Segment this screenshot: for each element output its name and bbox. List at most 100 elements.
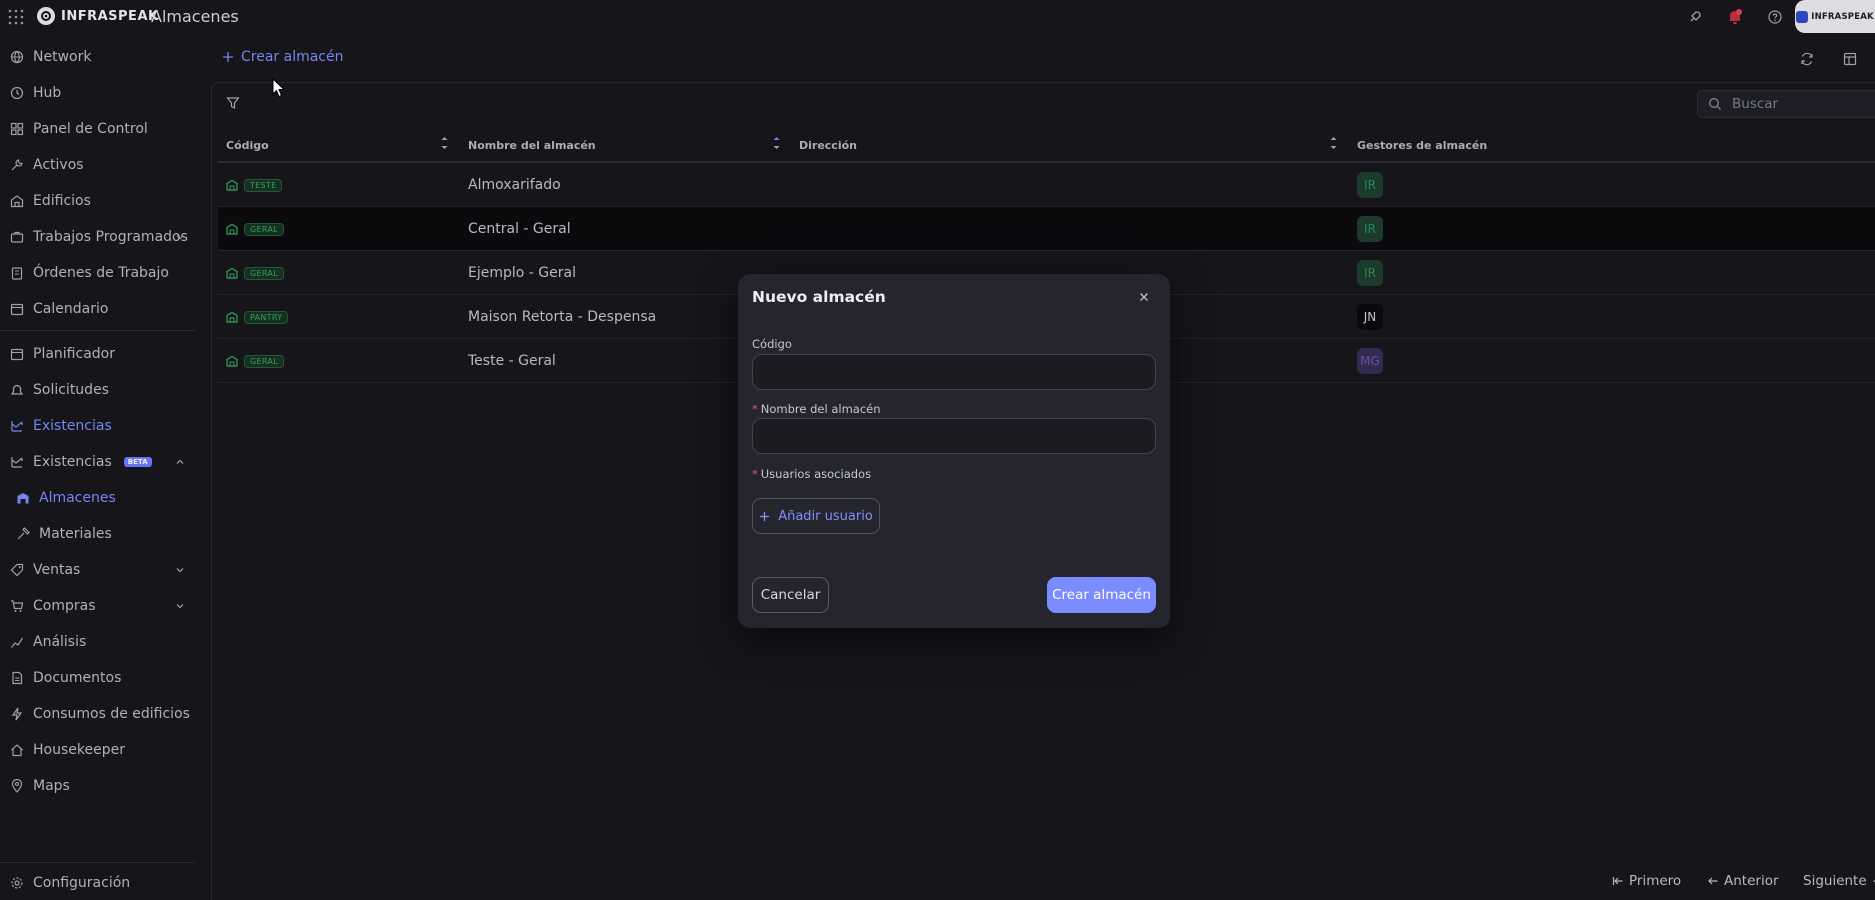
warehouse-icon xyxy=(226,311,238,323)
avatar[interactable]: IR xyxy=(1357,260,1383,286)
dialog-title: Nuevo almacén xyxy=(752,288,886,306)
sidebar-item-calendar[interactable]: Calendario xyxy=(0,292,195,326)
warehouse-name: Central - Geral xyxy=(468,221,571,237)
name-field-label: * Nombre del almacén xyxy=(752,402,881,416)
sidebar-item-stock-beta[interactable]: Existencias BETA xyxy=(0,445,195,479)
app-logo[interactable]: INFRASPEAK xyxy=(37,7,159,25)
sidebar-item-label: Almacenes xyxy=(39,490,116,506)
search-box[interactable] xyxy=(1697,90,1875,118)
column-header-managers[interactable]: Gestores de almacén xyxy=(1357,135,1487,155)
avatar[interactable]: IR xyxy=(1357,216,1383,242)
pin-icon xyxy=(11,779,23,793)
sort-icon[interactable] xyxy=(772,133,781,153)
sidebar-item-planner[interactable]: Planificador xyxy=(0,337,195,371)
pager-prev-button[interactable]: Anterior xyxy=(1707,873,1779,889)
sidebar-item-label: Solicitudes xyxy=(33,382,109,398)
code-input[interactable] xyxy=(752,354,1156,390)
sidebar-item-label: Configuración xyxy=(33,875,131,891)
sidebar-item-sales[interactable]: Ventas xyxy=(0,553,195,587)
sidebar-item-buildings[interactable]: Edificios xyxy=(0,184,195,218)
pager-next-button[interactable]: Siguiente xyxy=(1803,873,1875,889)
sidebar: Network Hub Panel de Control Activos Edi… xyxy=(0,40,195,900)
sidebar-item-warehouses[interactable]: Almacenes xyxy=(0,481,195,515)
sidebar-divider xyxy=(0,862,195,863)
sidebar-item-maps[interactable]: Maps xyxy=(0,769,195,803)
stock-icon xyxy=(11,457,23,468)
sidebar-item-materials[interactable]: Materiales xyxy=(0,517,195,551)
sidebar-item-label: Hub xyxy=(33,85,62,101)
refresh-icon[interactable] xyxy=(1800,52,1814,66)
sidebar-item-label: Ventas xyxy=(33,562,81,578)
sidebar-item-housekeeper[interactable]: Housekeeper xyxy=(0,733,195,767)
column-header-code[interactable]: Código xyxy=(226,135,269,155)
filter-icon[interactable] xyxy=(226,96,240,110)
add-user-button[interactable]: Añadir usuario xyxy=(752,498,880,534)
chevron-down-icon xyxy=(176,568,184,573)
account-logo-icon xyxy=(1796,10,1809,23)
warehouse-icon xyxy=(226,223,238,235)
sidebar-item-purchases[interactable]: Compras xyxy=(0,589,195,623)
code-tag: GERAL xyxy=(244,354,284,368)
sort-icon[interactable] xyxy=(440,133,449,153)
table-row[interactable]: TESTE Almoxarifado IR xyxy=(218,163,1875,207)
sidebar-item-label: Existencias xyxy=(33,418,112,434)
building-icon xyxy=(10,195,24,208)
pager-prev-label: Anterior xyxy=(1724,873,1779,889)
stock-icon xyxy=(11,421,23,432)
sidebar-item-scheduled-work[interactable]: Trabajos Programados xyxy=(0,220,195,254)
sidebar-item-label: Análisis xyxy=(33,634,87,650)
table-row[interactable]: GERAL Central - Geral IR xyxy=(218,207,1875,251)
warehouse-name: Maison Retorta - Despensa xyxy=(468,309,657,325)
help-button[interactable] xyxy=(1755,0,1795,33)
warehouse-icon xyxy=(17,493,29,504)
sidebar-item-stock[interactable]: Existencias xyxy=(0,409,195,443)
document-icon xyxy=(12,671,23,685)
code-field-label: Código xyxy=(752,337,792,351)
sidebar-item-building-consumption[interactable]: Consumos de edificios xyxy=(0,697,195,731)
sidebar-item-label: Planificador xyxy=(33,346,115,362)
create-warehouse-button[interactable]: Crear almacén xyxy=(1047,577,1156,613)
sidebar-item-assets[interactable]: Activos xyxy=(0,148,195,182)
help-icon xyxy=(1768,9,1782,24)
column-header-name[interactable]: Nombre del almacén xyxy=(468,135,596,155)
sidebar-item-hub[interactable]: Hub xyxy=(0,76,195,110)
sidebar-item-label: Housekeeper xyxy=(33,742,125,758)
avatar[interactable]: MG xyxy=(1357,348,1383,374)
warehouse-name-input[interactable] xyxy=(752,418,1156,454)
create-warehouse-link[interactable]: Crear almacén xyxy=(222,49,344,65)
chevron-down-icon xyxy=(176,604,184,609)
plus-icon xyxy=(760,511,770,521)
sidebar-item-documents[interactable]: Documentos xyxy=(0,661,195,695)
sidebar-item-label: Activos xyxy=(33,157,84,173)
pager-next-label: Siguiente xyxy=(1803,873,1867,889)
create-warehouse-label: Crear almacén xyxy=(241,49,344,65)
alert-icon xyxy=(1730,8,1742,24)
apps-grid-icon[interactable] xyxy=(8,9,24,25)
required-mark: * xyxy=(752,402,758,416)
pager-first-button[interactable]: Primero xyxy=(1612,873,1681,889)
sidebar-item-analysis[interactable]: Análisis xyxy=(0,625,195,659)
column-header-address[interactable]: Dirección xyxy=(799,135,857,155)
logo-text: INFRASPEAK xyxy=(61,8,159,24)
alerts-button[interactable] xyxy=(1715,0,1755,33)
avatar[interactable]: IR xyxy=(1357,172,1383,198)
warehouse-name: Almoxarifado xyxy=(468,177,561,193)
sidebar-item-work-orders[interactable]: Órdenes de Trabajo xyxy=(0,256,195,290)
first-page-icon xyxy=(1612,877,1623,885)
close-icon[interactable] xyxy=(1138,291,1150,303)
sidebar-item-requests[interactable]: Solicitudes xyxy=(0,373,195,407)
sort-icon[interactable] xyxy=(1329,133,1338,153)
add-user-label: Añadir usuario xyxy=(778,508,873,524)
account-switcher[interactable]: INFRASPEAK xyxy=(1795,0,1875,33)
sidebar-item-network[interactable]: Network xyxy=(0,40,195,74)
sidebar-item-dashboard[interactable]: Panel de Control xyxy=(0,112,195,146)
code-tag: PANTRY xyxy=(244,310,289,324)
avatar[interactable]: JN xyxy=(1357,304,1383,330)
sidebar-item-settings[interactable]: Configuración xyxy=(0,866,195,900)
whats-new-button[interactable] xyxy=(1675,0,1715,33)
warehouse-icon xyxy=(226,355,238,367)
top-right-actions: INFRASPEAK xyxy=(1675,0,1875,33)
cancel-button[interactable]: Cancelar xyxy=(752,577,829,613)
search-input[interactable] xyxy=(1732,96,1852,112)
columns-layout-icon[interactable] xyxy=(1843,52,1857,66)
